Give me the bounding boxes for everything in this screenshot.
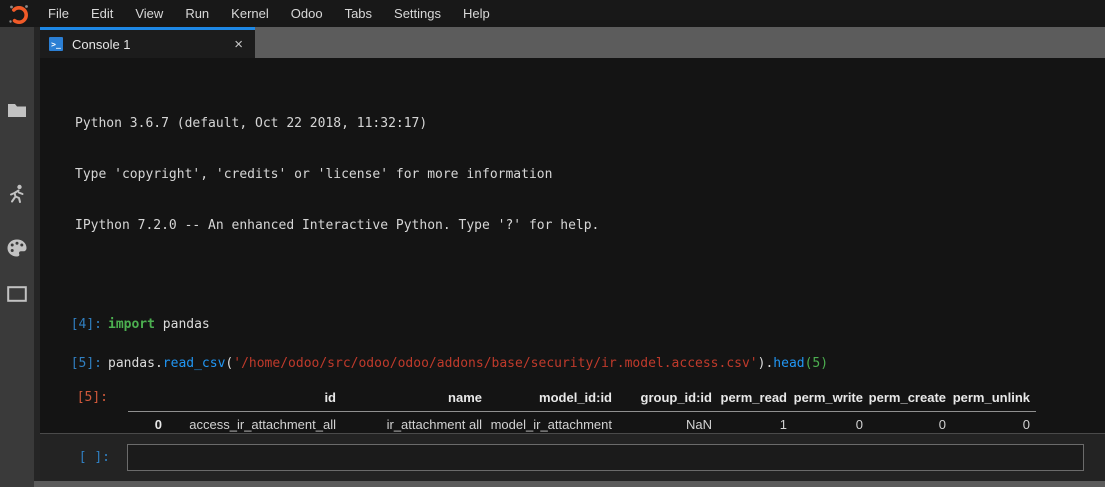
empty-input-prompt: [ ]: (40, 450, 110, 465)
code-line: import pandas (108, 316, 210, 333)
table-cell: model_ir_attachment (482, 411, 612, 433)
command-palette-icon[interactable] (0, 233, 34, 263)
menu-help[interactable]: Help (452, 0, 501, 27)
table-header-row: idnamemodel_id:idgroup_id:idperm_readper… (128, 385, 1036, 411)
menu-kernel[interactable]: Kernel (220, 0, 280, 27)
menu-view[interactable]: View (124, 0, 174, 27)
column-header (128, 385, 162, 411)
code-cell-5: [5]: pandas.read_csv('/home/odoo/src/odo… (40, 355, 1105, 372)
column-header: model_id:id (482, 385, 612, 411)
code-token: import (108, 317, 155, 332)
code-token: ). (758, 356, 774, 371)
code-token: pandas. (108, 356, 163, 371)
dataframe-table: idnamemodel_id:idgroup_id:idperm_readper… (128, 385, 1036, 433)
table-cell: ir_attachment all (336, 411, 482, 433)
console-panel: Python 3.6.7 (default, Oct 22 2018, 11:3… (40, 58, 1105, 481)
column-header: group_id:id (612, 385, 712, 411)
output-prompt: [5]: (40, 385, 108, 411)
kernel-banner: Python 3.6.7 (default, Oct 22 2018, 11:3… (75, 81, 1105, 268)
table-row: 0access_ir_attachment_allir_attachment a… (128, 411, 1036, 433)
menu-file[interactable]: File (37, 0, 80, 27)
code-cell-4: [4]: import pandas (40, 316, 1105, 333)
column-header: perm_read (712, 385, 787, 411)
input-prompt: [4]: (40, 316, 108, 333)
code-token: head (773, 356, 804, 371)
console-icon: >_ (49, 37, 63, 51)
banner-line: Python 3.6.7 (default, Oct 22 2018, 11:3… (75, 115, 1105, 132)
table-cell: 0 (863, 411, 946, 433)
menu-tabs[interactable]: Tabs (334, 0, 383, 27)
column-header: id (162, 385, 336, 411)
code-token: '/home/odoo/src/odoo/odoo/addons/base/se… (233, 356, 757, 371)
code-token: (5) (805, 356, 828, 371)
jupyterlab-window: File Edit View Run Kernel Odoo Tabs Sett… (0, 0, 1105, 487)
table-cell: 1 (712, 411, 787, 433)
menu-odoo[interactable]: Odoo (280, 0, 334, 27)
menu-run[interactable]: Run (174, 0, 220, 27)
column-header: perm_unlink (946, 385, 1036, 411)
console-input-cell: [ ]: (40, 433, 1105, 481)
console-history: Python 3.6.7 (default, Oct 22 2018, 11:3… (40, 58, 1105, 433)
console-input[interactable] (128, 450, 1083, 465)
input-prompt: [5]: (40, 355, 108, 372)
code-line: pandas.read_csv('/home/odoo/src/odoo/odo… (108, 355, 828, 372)
output-area: [5]: idnamemodel_id:idgroup_id:idperm_re… (40, 385, 1105, 433)
code-token: pandas (155, 317, 210, 332)
left-sidebar (0, 27, 40, 487)
column-header: perm_create (863, 385, 946, 411)
column-header: perm_write (787, 385, 863, 411)
menu-edit[interactable]: Edit (80, 0, 124, 27)
tab-console-1[interactable]: >_ Console 1 × (40, 27, 255, 58)
running-sessions-icon[interactable] (0, 179, 34, 209)
menu-bar: File Edit View Run Kernel Odoo Tabs Sett… (0, 0, 1105, 27)
column-header: name (336, 385, 482, 411)
table-cell: access_ir_attachment_all (162, 411, 336, 433)
banner-line: IPython 7.2.0 -- An enhanced Interactive… (75, 217, 1105, 234)
open-tabs-icon[interactable] (0, 279, 34, 309)
table-cell: NaN (612, 411, 712, 433)
row-index: 0 (128, 411, 162, 433)
table-cell: 0 (946, 411, 1036, 433)
tab-close-icon[interactable]: × (222, 36, 255, 53)
input-box[interactable] (127, 444, 1084, 471)
table-cell: 0 (787, 411, 863, 433)
banner-line: Type 'copyright', 'credits' or 'license'… (75, 166, 1105, 183)
app-logo-icon (7, 2, 31, 26)
dock-tab-bar: >_ Console 1 × (40, 27, 1105, 58)
bottom-edge (34, 481, 1105, 487)
code-token: read_csv (163, 356, 226, 371)
menu-settings[interactable]: Settings (383, 0, 452, 27)
tab-title: Console 1 (72, 37, 222, 52)
file-browser-icon[interactable] (0, 95, 34, 125)
